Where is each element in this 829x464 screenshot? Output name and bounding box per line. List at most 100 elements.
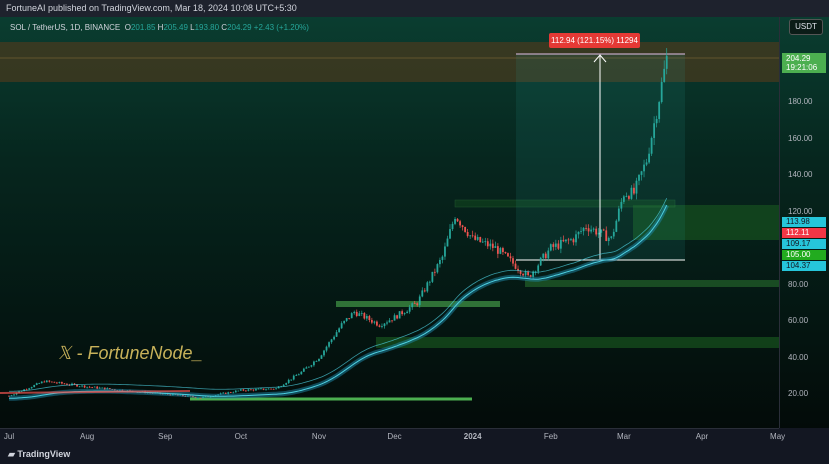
candle [539, 257, 542, 266]
candle [328, 342, 330, 347]
currency-button[interactable]: USDT [789, 19, 823, 35]
candle [58, 382, 61, 384]
candle [426, 282, 429, 292]
candle [262, 388, 265, 390]
candle [50, 381, 53, 383]
candle [565, 239, 567, 242]
candle [386, 322, 388, 324]
bar-countdown: 19:21:06 [786, 63, 818, 72]
candle [557, 243, 560, 249]
candle [411, 303, 414, 308]
candle [28, 388, 31, 390]
candle [353, 311, 356, 314]
candle [408, 307, 411, 312]
candle [418, 296, 421, 306]
price-chart[interactable] [0, 17, 779, 428]
candle [527, 271, 530, 276]
candle [229, 392, 232, 394]
candle [504, 252, 507, 254]
price-label: 113.98 [782, 217, 826, 227]
candle [290, 379, 293, 381]
candle [363, 313, 366, 319]
candle [35, 383, 38, 386]
candle [439, 259, 441, 265]
time-tick: Nov [311, 432, 327, 441]
price-label: 104.37 [782, 261, 826, 271]
time-tick: May [770, 432, 786, 441]
candle [617, 208, 620, 221]
candle [572, 239, 575, 243]
candle [368, 315, 371, 321]
candle [615, 220, 618, 232]
candle [396, 315, 398, 319]
candle [587, 228, 590, 232]
candle [237, 390, 240, 392]
candle [640, 171, 643, 175]
symbol-label[interactable]: SOL / TetherUS, 1D, BINANCE [10, 23, 120, 32]
brand-label: TradingView [17, 449, 71, 459]
measure-label: 112.94 (121.15%) 11294 [549, 33, 640, 48]
candle [388, 320, 391, 323]
candle [252, 389, 255, 391]
candle [653, 123, 656, 138]
candle [81, 385, 83, 387]
candle [365, 315, 368, 319]
candle [398, 311, 401, 319]
time-tick: Jul [3, 432, 15, 441]
candle [436, 264, 439, 273]
candle [300, 371, 303, 375]
candle [633, 187, 635, 194]
candle [507, 253, 509, 257]
candle [466, 231, 469, 237]
candle [33, 385, 36, 388]
time-tick: Oct [234, 432, 248, 441]
candle [242, 389, 245, 391]
candle [378, 325, 381, 327]
support-zone [376, 337, 779, 348]
candle [333, 336, 335, 340]
candle [665, 55, 668, 69]
candle [474, 235, 477, 240]
candle [544, 253, 547, 259]
candle [655, 118, 658, 124]
candle [612, 231, 615, 237]
candle [260, 388, 262, 390]
candle [549, 244, 552, 251]
price-axis[interactable]: USDT 20.00 40.00 60.00 80.00 120.00 140.00 160… [779, 17, 829, 428]
candle [340, 323, 343, 329]
symbol-legend: SOL / TetherUS, 1D, BINANCE O201.85 H205… [10, 23, 309, 32]
candle [489, 243, 492, 247]
candle [250, 389, 252, 391]
candle [227, 392, 230, 394]
candle [635, 180, 638, 194]
candle [456, 218, 459, 222]
footer: ▰ TradingView [0, 445, 829, 464]
candle [239, 389, 242, 391]
candle [86, 386, 89, 388]
candle [55, 382, 58, 384]
candle [552, 244, 555, 247]
open-value: 201.85 [130, 23, 156, 32]
candle [255, 389, 257, 391]
candle [658, 102, 661, 119]
candle [224, 392, 227, 394]
time-axis[interactable]: Jul Aug Sep Oct Nov Dec 2024 Feb Mar Apr May [0, 428, 785, 445]
candle [350, 313, 353, 319]
candle [313, 361, 315, 366]
candle [461, 225, 464, 227]
candle [660, 81, 663, 103]
chart-pane[interactable]: SOL / TetherUS, 1D, BINANCE O201.85 H205… [0, 17, 829, 428]
publish-info: FortuneAI published on TradingView.com, … [0, 0, 829, 17]
candle [383, 323, 386, 327]
candle [265, 389, 267, 391]
candle [45, 380, 48, 383]
candle [494, 246, 497, 248]
candle [469, 235, 472, 237]
candle [270, 388, 272, 390]
candle [622, 196, 625, 202]
candle [345, 318, 348, 321]
change-value: +2.43 (+1.20%) [253, 23, 309, 32]
candle [43, 381, 46, 383]
candle [401, 311, 404, 315]
candle [524, 271, 527, 276]
